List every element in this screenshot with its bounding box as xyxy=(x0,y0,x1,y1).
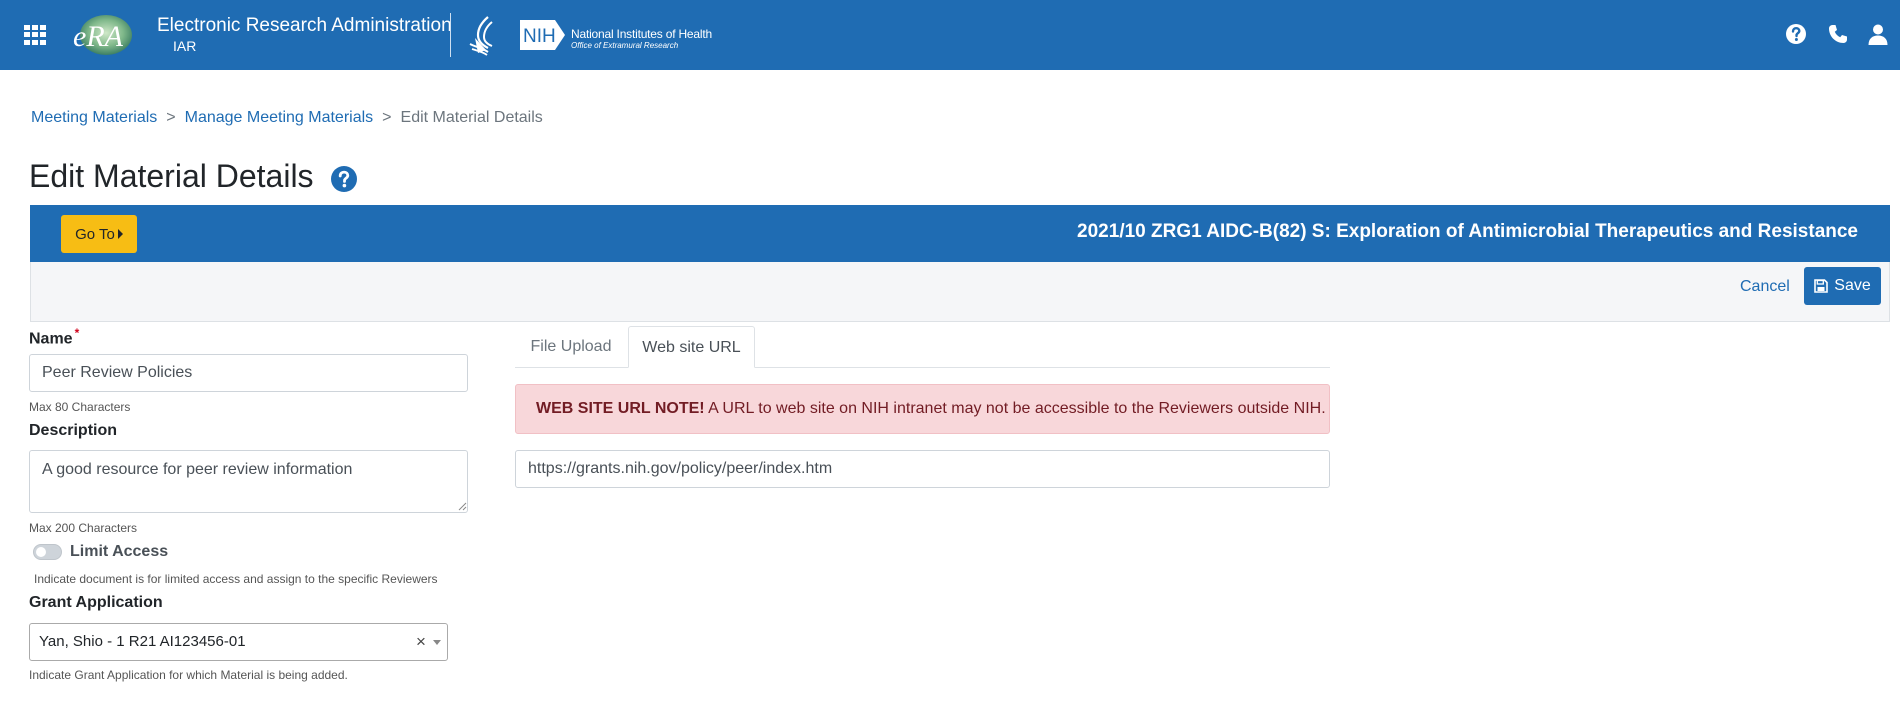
breadcrumb-manage-meeting-materials[interactable]: Manage Meeting Materials xyxy=(185,109,374,126)
dropdown-arrow-icon[interactable] xyxy=(433,640,441,645)
required-marker: * xyxy=(74,326,80,340)
breadcrumb-separator: > xyxy=(382,109,392,126)
description-hint: Max 200 Characters xyxy=(29,521,138,535)
name-label-text: Name xyxy=(29,330,73,348)
phone-icon[interactable] xyxy=(1826,22,1850,46)
name-label: Name * xyxy=(29,326,79,348)
header-divider xyxy=(450,13,451,57)
app-title: Electronic Research Administration xyxy=(157,15,452,36)
name-hint: Max 80 Characters xyxy=(29,400,131,414)
breadcrumb-meeting-materials[interactable]: Meeting Materials xyxy=(31,109,157,126)
save-button[interactable]: Save xyxy=(1804,267,1881,305)
grant-application-label: Grant Application xyxy=(29,594,163,611)
grant-application-hint: Indicate Grant Application for which Mat… xyxy=(29,668,348,682)
save-label: Save xyxy=(1834,277,1871,294)
help-icon[interactable] xyxy=(1784,22,1808,46)
era-logo-text: eRA xyxy=(73,20,124,53)
limit-access-hint: Indicate document is for limited access … xyxy=(34,572,438,586)
goto-button[interactable]: Go To xyxy=(61,215,137,253)
save-icon xyxy=(1814,279,1829,293)
grant-application-select[interactable]: Yan, Shio - 1 R21 AI123456-01 xyxy=(29,623,448,661)
limit-access-label: Limit Access xyxy=(70,543,169,560)
page-title: Edit Material Details xyxy=(29,158,314,194)
caret-right-icon xyxy=(117,229,123,239)
nih-name: National Institutes of Health xyxy=(571,27,712,41)
tab-file-upload[interactable]: File Upload xyxy=(515,326,627,368)
name-input[interactable]: Peer Review Policies xyxy=(29,354,468,392)
meeting-title: 2021/10 ZRG1 AIDC-B(82) S: Exploration o… xyxy=(1077,221,1858,242)
alert-title: WEB SITE URL NOTE! xyxy=(536,400,705,417)
clear-selection-icon[interactable]: × xyxy=(416,632,426,652)
breadcrumb: Meeting Materials > Manage Meeting Materia… xyxy=(31,109,543,127)
description-label: Description xyxy=(29,422,118,439)
limit-access-toggle[interactable] xyxy=(33,544,62,560)
breadcrumb-current: Edit Material Details xyxy=(400,109,543,126)
hhs-eagle-icon xyxy=(469,16,493,56)
top-navbar: eRA Electronic Research Administration I… xyxy=(0,0,1900,70)
toggle-knob xyxy=(36,547,46,557)
user-icon[interactable] xyxy=(1866,22,1890,46)
website-url-input[interactable]: https://grants.nih.gov/policy/peer/index… xyxy=(515,450,1330,488)
apps-grid-icon[interactable] xyxy=(24,25,46,45)
nih-logo-text: NIH xyxy=(523,26,556,47)
action-bar xyxy=(30,262,1890,322)
alert-message: A URL to web site on NIH intranet may no… xyxy=(708,400,1326,417)
breadcrumb-separator: > xyxy=(166,109,176,126)
url-note-alert: WEB SITE URL NOTE! A URL to web site on … xyxy=(515,384,1330,434)
era-logo[interactable]: eRA xyxy=(70,13,136,57)
goto-label: Go To xyxy=(75,225,115,243)
tab-website-url[interactable]: Web site URL xyxy=(628,326,755,368)
nih-office: Office of Extramural Research xyxy=(571,41,679,50)
nih-logo: NIH xyxy=(520,20,565,50)
description-textarea[interactable]: A good resource for peer review informat… xyxy=(29,450,468,513)
app-subtitle: IAR xyxy=(173,38,197,54)
resize-grip-icon[interactable] xyxy=(458,502,467,511)
help-icon[interactable] xyxy=(330,165,358,193)
cancel-button[interactable]: Cancel xyxy=(1740,276,1790,298)
